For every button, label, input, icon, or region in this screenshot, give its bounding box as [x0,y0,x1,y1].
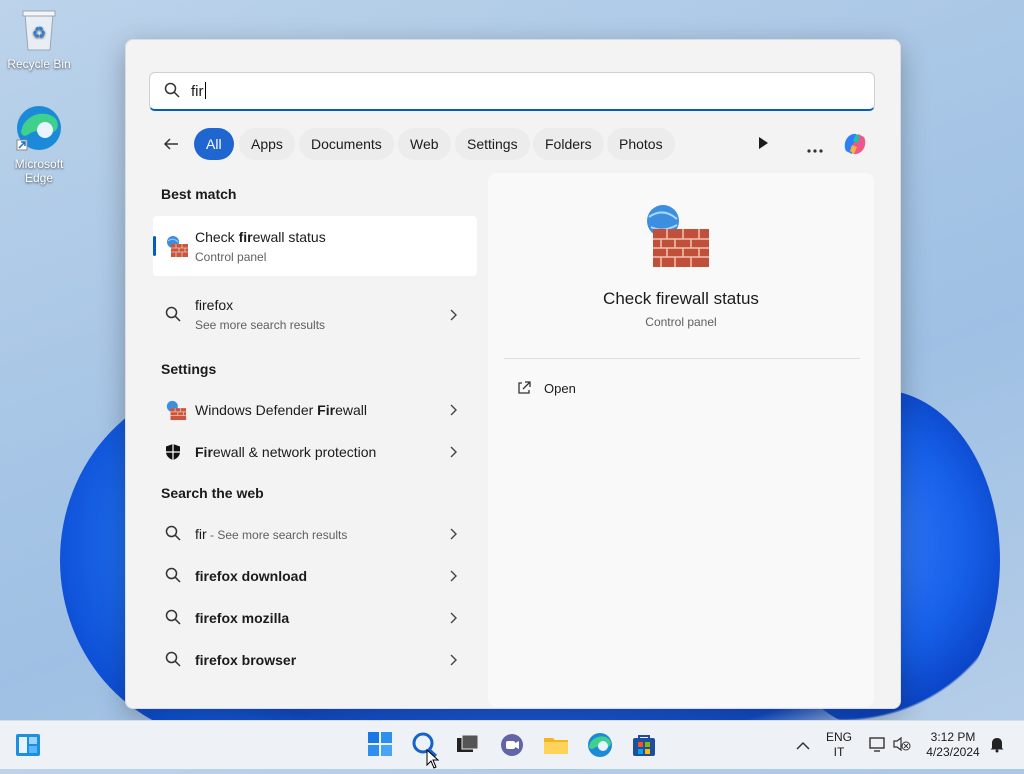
search-icon [165,306,181,327]
detail-title: Check firewall status [603,289,759,308]
filter-settings[interactable]: Settings [455,128,530,160]
desktop-icon-label: Microsoft Edge [14,157,64,185]
detail-subtitle: Control panel [645,315,717,329]
web-result-item[interactable]: firefox browser [153,639,477,681]
chevron-right-icon [449,527,457,545]
web-result-item[interactable]: firefox mozilla [153,597,477,639]
settings-item[interactable]: Windows Defender Firewall [153,389,477,431]
play-icon[interactable] [756,135,770,156]
open-external-icon [516,380,532,399]
open-label: Open [544,381,576,396]
divider [504,358,860,359]
store-icon[interactable] [630,731,658,759]
search-icon [164,82,180,103]
chevron-right-icon [449,308,457,326]
keyboard-layout: IT [833,745,845,759]
language-code: ENG [825,730,852,744]
chevron-right-icon [449,653,457,671]
desktop-icon-edge[interactable]: Microsoft Edge [3,104,75,185]
settings-item[interactable]: Firewall & network protection [153,431,477,473]
widgets-icon[interactable] [14,731,42,759]
firewall-icon [165,234,189,263]
taskbar: ENG IT 3:12 PM 4/23/2024 [0,720,1024,769]
network-icon[interactable] [868,736,886,757]
chevron-right-icon [449,445,457,463]
recycle-bin-icon: ♻ [3,8,75,55]
selection-indicator [153,236,156,256]
language-indicator[interactable]: ENG IT [822,730,856,760]
web-result-item[interactable]: firefox download [153,555,477,597]
firewall-icon [165,399,187,426]
notifications-icon[interactable] [988,735,1006,758]
filter-folders[interactable]: Folders [533,128,604,160]
filter-bar: All Apps Documents Web Settings Folders … [154,128,874,160]
chevron-right-icon [449,611,457,629]
chevron-right-icon [449,569,457,587]
settings-item-label: Firewall & network protection [195,444,377,460]
teams-chat-icon[interactable] [498,731,526,759]
search-icon [165,651,181,672]
search-input[interactable]: fir [149,72,875,111]
search-panel: fir All Apps Documents Web Settings Fold… [125,39,901,709]
search-icon [165,567,181,588]
web-result-item[interactable]: fir - See more search results [153,513,477,555]
edge-taskbar-icon[interactable] [586,731,614,759]
mouse-cursor-icon [426,748,440,774]
edge-icon [3,104,75,155]
settings-item-label: Windows Defender Firewall [195,402,367,418]
suggestion-title: firefox [195,297,234,313]
web-result-label: firefox browser [195,652,297,668]
section-search-web: Search the web [161,485,264,501]
filter-web[interactable]: Web [398,128,451,160]
filter-all[interactable]: All [194,128,234,160]
copilot-icon[interactable] [840,129,870,164]
suggestion-subtitle: See more search results [195,318,326,332]
more-options-icon[interactable] [806,141,824,159]
search-query: fir [191,82,206,100]
file-explorer-icon[interactable] [542,731,570,759]
best-match-title: Check firewall status [195,229,326,245]
web-result-label: firefox download [195,568,307,584]
best-match-item[interactable]: Check firewall status Control panel [153,216,477,276]
search-icon [165,525,181,546]
suggestion-item[interactable]: firefox See more search results [153,290,477,340]
web-result-label: fir - See more search results [195,526,348,542]
firewall-icon [643,203,711,276]
filter-apps[interactable]: Apps [239,128,295,160]
clock[interactable]: 3:12 PM 4/23/2024 [918,730,988,760]
start-button[interactable] [367,731,395,759]
filter-photos[interactable]: Photos [607,128,675,160]
filter-documents[interactable]: Documents [299,128,394,160]
shield-icon [165,443,181,466]
desktop-icon-label: Recycle Bin [7,57,71,71]
section-best-match: Best match [161,186,237,202]
web-result-label: firefox mozilla [195,610,290,626]
svg-text:♻: ♻ [32,25,46,42]
desktop-icon-recycle-bin[interactable]: ♻ Recycle Bin [3,8,75,71]
task-view-icon[interactable] [454,731,482,759]
open-action[interactable]: Open [514,378,634,402]
clock-date: 4/23/2024 [926,745,980,759]
search-icon [165,609,181,630]
back-arrow-icon[interactable] [162,135,180,158]
clock-time: 3:12 PM [930,730,976,744]
best-match-subtitle: Control panel [195,250,267,264]
detail-pane: Check firewall status Control panel Open [488,173,874,707]
section-settings: Settings [161,361,217,377]
chevron-right-icon [449,403,457,421]
chevron-up-icon[interactable] [796,738,810,756]
volume-muted-icon[interactable] [893,736,911,757]
